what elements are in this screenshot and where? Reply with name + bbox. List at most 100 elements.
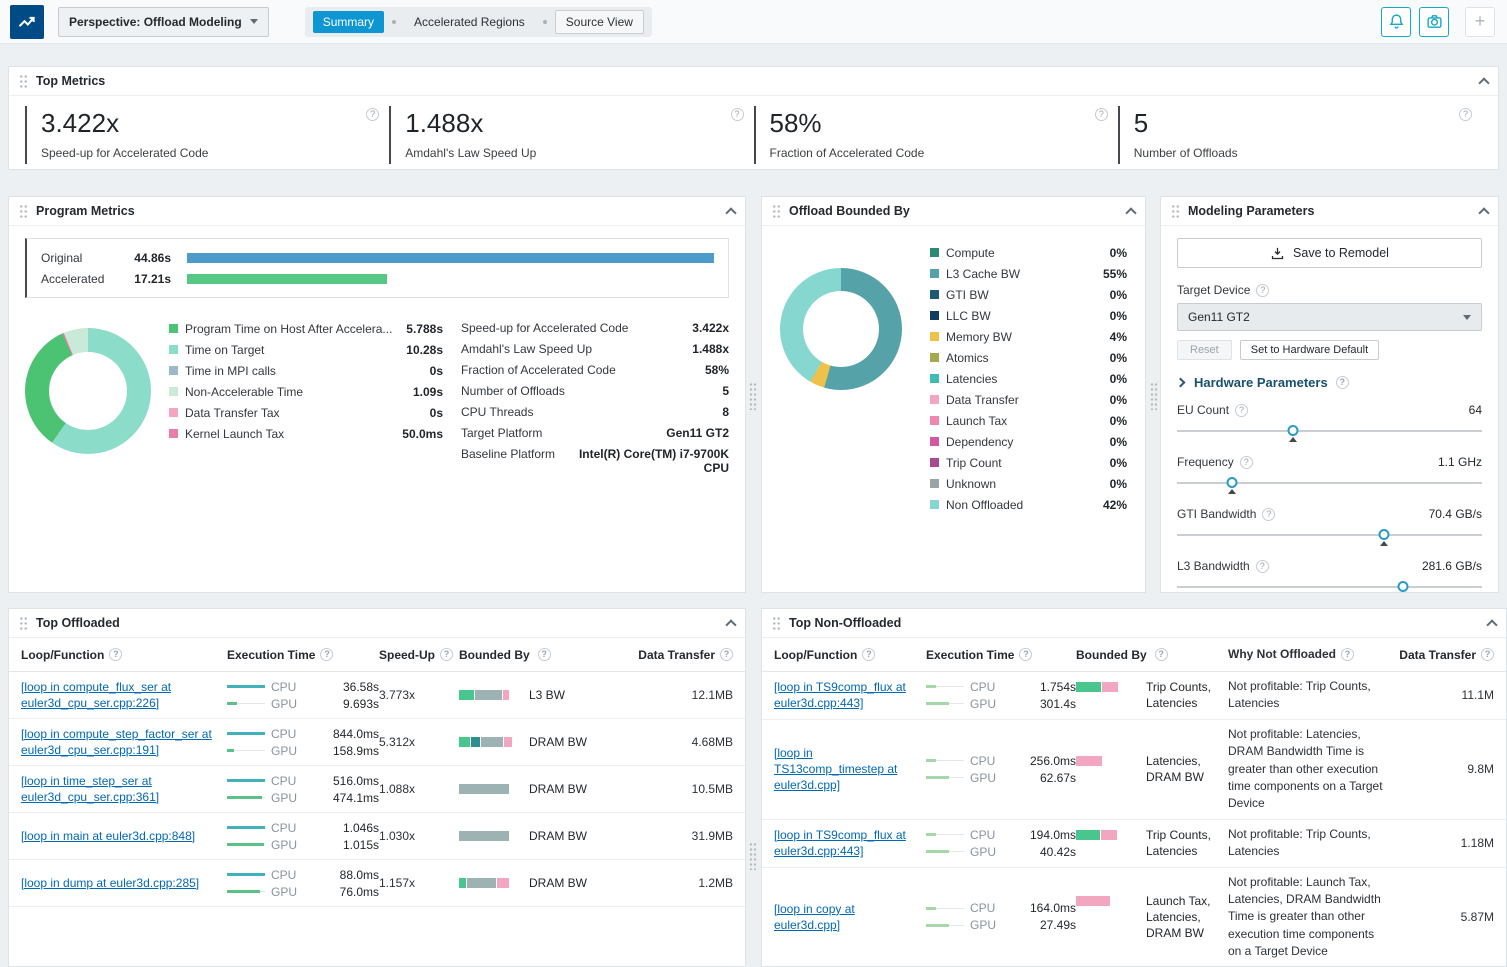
chevron-down-icon [250,19,258,24]
slider-track[interactable] [1177,580,1482,592]
help-icon[interactable] [1235,404,1248,417]
column-header[interactable]: Why Not Offloaded [1228,646,1398,663]
slider-thumb[interactable] [1287,425,1298,436]
column-header[interactable]: Data Transfer [1398,648,1494,662]
table-row: [loop in copy at euler3d.cpp] CPU164.0ms… [762,868,1506,966]
speedup-value: 5.312x [379,735,459,749]
tab-accelerated-regions[interactable]: Accelerated Regions [404,11,535,33]
column-header[interactable]: Loop/Function [21,648,227,662]
help-icon[interactable] [320,648,333,661]
loop-link[interactable]: [loop in main at euler3d.cpp:848] [21,828,195,844]
help-icon[interactable] [1481,648,1494,661]
detail-row: Number of Offloads5 [461,381,729,402]
legend-item: Launch Tax0% [930,410,1127,431]
collapse-chevron-icon[interactable] [1125,207,1136,218]
bounded-by-bar [459,831,521,841]
help-icon[interactable] [1240,456,1253,469]
splitter-handle[interactable] [749,382,757,410]
hardware-parameters-expander[interactable]: Hardware Parameters [1177,375,1482,390]
help-icon[interactable] [1155,648,1168,661]
collapse-chevron-icon[interactable] [1486,619,1497,630]
tab-source-view[interactable]: Source View [555,10,644,34]
loop-link[interactable]: [loop in copy at euler3d.cpp] [774,901,916,933]
slider-thumb[interactable] [1397,581,1408,592]
legend-item: Latencies0% [930,368,1127,389]
set-hardware-default-button[interactable]: Set to Hardware Default [1240,340,1379,360]
loop-link[interactable]: [loop in time_step_ser at euler3d_cpu_se… [21,773,217,805]
panel-drag-handle[interactable] [772,204,781,219]
cpu-time-bar [926,830,964,839]
metric-value: 3.422x [41,108,363,139]
panel-drag-handle[interactable] [19,74,28,89]
column-header[interactable]: Speed-Up [379,648,459,662]
help-icon[interactable] [1256,284,1269,297]
top-metrics-panel: Top Metrics 3.422x Speed-up for Accelera… [8,66,1499,170]
loop-link[interactable]: [loop in TS13comp_timestep at euler3d.cp… [774,745,916,794]
notifications-button[interactable] [1381,7,1411,37]
advisor-logo-icon[interactable] [10,5,44,39]
why-not-offloaded-text: Not profitable: Trip Counts, Latencies [1228,826,1398,861]
speedup-value: 1.157x [379,876,459,890]
legend-swatch [930,248,939,257]
help-icon[interactable] [1341,648,1354,661]
help-icon[interactable] [1459,108,1472,121]
help-icon[interactable] [1019,648,1032,661]
slider-thumb[interactable] [1226,477,1237,488]
panel-drag-handle[interactable] [1171,204,1180,219]
splitter-handle[interactable] [749,842,757,870]
collapse-chevron-icon[interactable] [1478,207,1489,218]
legend-item: Time in MPI calls0s [169,360,443,381]
collapse-chevron-icon[interactable] [725,619,736,630]
help-icon[interactable] [1256,560,1269,573]
slider-eu-count: EU Count64 [1177,403,1482,442]
perspective-dropdown[interactable]: Perspective: Offload Modeling [58,7,269,37]
slider-track[interactable] [1177,528,1482,546]
loop-link[interactable]: [loop in TS9comp_flux at euler3d.cpp:443… [774,827,916,859]
slider-track[interactable] [1177,424,1482,442]
loop-link[interactable]: [loop in compute_step_factor_ser at eule… [21,726,217,758]
panel-drag-handle[interactable] [772,616,781,631]
column-header[interactable]: Bounded By [1076,648,1228,662]
target-device-select[interactable]: Gen11 GT2 [1177,303,1482,331]
tab-summary[interactable]: Summary [313,11,384,33]
help-icon[interactable] [1095,108,1108,121]
help-icon[interactable] [1336,376,1349,389]
panel-drag-handle[interactable] [19,616,28,631]
loop-link[interactable]: [loop in dump at euler3d.cpp:285] [21,875,199,891]
legend-item: L3 Cache BW55% [930,263,1127,284]
column-header[interactable]: Bounded By [459,648,619,662]
column-header[interactable]: Data Transfer [619,648,733,662]
cpu-time-bar [926,682,964,691]
slider-thumb[interactable] [1379,529,1390,540]
help-icon[interactable] [720,648,733,661]
snapshot-button[interactable] [1419,7,1449,37]
collapse-chevron-icon[interactable] [1478,77,1489,88]
add-button[interactable] [1465,7,1495,37]
help-icon[interactable] [862,648,875,661]
reset-button[interactable]: Reset [1177,340,1232,360]
table-header: Loop/Function Execution Time Bounded By … [762,638,1506,672]
metric-value: 58% [770,108,1092,139]
metric-label: Speed-up for Accelerated Code [41,146,363,160]
loop-link[interactable]: [loop in TS9comp_flux at euler3d.cpp:443… [774,679,916,711]
panel-drag-handle[interactable] [19,204,28,219]
detail-row: Fraction of Accelerated Code58% [461,360,729,381]
save-to-remodel-button[interactable]: Save to Remodel [1177,238,1482,268]
help-icon[interactable] [366,108,379,121]
help-icon[interactable] [109,648,122,661]
help-icon[interactable] [1262,508,1275,521]
legend-swatch [169,387,178,396]
panel-title: Top Offloaded [36,616,120,630]
loop-link[interactable]: [loop in compute_flux_ser at euler3d_cpu… [21,679,217,711]
splitter-handle[interactable] [1150,382,1158,410]
help-icon[interactable] [538,648,551,661]
column-header[interactable]: Execution Time [227,648,379,662]
column-header[interactable]: Loop/Function [774,648,926,662]
help-icon[interactable] [731,108,744,121]
collapse-chevron-icon[interactable] [725,207,736,218]
slider-track[interactable] [1177,476,1482,494]
toolbar-actions [1381,7,1495,37]
help-icon[interactable] [440,648,453,661]
panel-header: Top Offloaded [9,609,745,638]
column-header[interactable]: Execution Time [926,648,1076,662]
